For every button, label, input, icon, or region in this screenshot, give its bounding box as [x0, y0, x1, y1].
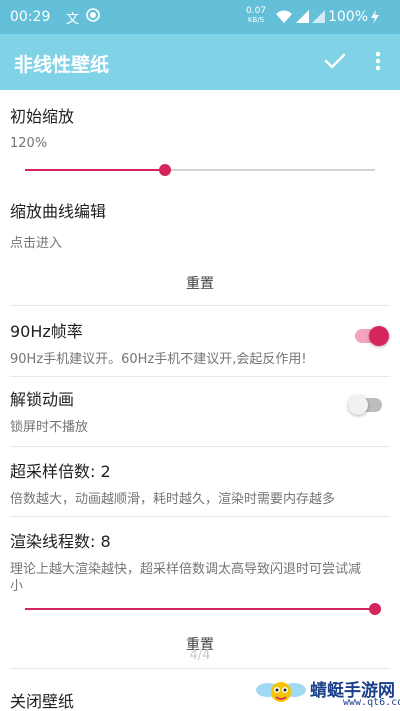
pref-summary-continued: 小: [10, 579, 24, 594]
divider: [10, 516, 390, 517]
pref-initial-zoom[interactable]: 初始缩放 120%: [0, 90, 400, 186]
pref-title: 初始缩放: [10, 107, 75, 126]
pref-value: 120%: [10, 136, 48, 151]
record-icon: [86, 8, 100, 26]
check-icon[interactable]: [322, 48, 348, 74]
wifi-icon: [276, 10, 292, 27]
divider: [10, 668, 390, 669]
speed-unit: KB/S: [247, 16, 265, 24]
translate-icon: 文: [66, 12, 80, 27]
pref-title: 关闭壁纸: [10, 692, 75, 711]
pref-render-threads[interactable]: 渲染线程数: 8 理论上越大渲染越快，超采样倍数调太高导致闪退时可尝试减 小: [0, 520, 400, 620]
settings-list: 初始缩放 120% 缩放曲线编辑 点击进入 重置 90Hz帧率 90Hz手机建议…: [0, 90, 400, 711]
signal-icon: [296, 10, 309, 27]
pref-summary: 倍数越大，动画越顺滑，耗时越久，渲染时需要内存越多: [10, 492, 336, 507]
pref-90hz[interactable]: 90Hz帧率 90Hz手机建议开。60Hz手机不建议开,会起反作用!: [0, 310, 400, 370]
divider: [10, 446, 390, 447]
pref-title: 解锁动画: [10, 390, 75, 409]
pref-summary: 点击进入: [10, 236, 63, 251]
dragonfly-logo-icon: [256, 682, 306, 702]
charging-icon: [370, 10, 380, 28]
app-bar: 非线性壁纸: [0, 34, 400, 90]
switch-thumb[interactable]: [348, 395, 368, 415]
threads-slider-thumb[interactable]: [369, 603, 381, 615]
watermark-url: www.qt6.com: [343, 697, 400, 708]
battery-level: 100%: [328, 9, 369, 25]
pref-zoom-curve[interactable]: 缩放曲线编辑 点击进入: [0, 194, 400, 254]
pref-summary: 锁屏时不播放: [10, 420, 89, 435]
network-speed: 0.07 KB/S: [246, 7, 266, 25]
status-bar: 00:29 文 0.07 KB/S 100%: [0, 0, 400, 34]
divider: [10, 305, 390, 306]
more-vert-icon[interactable]: [368, 48, 388, 74]
app-title: 非线性壁纸: [14, 54, 110, 76]
reset-button[interactable]: 重置: [0, 273, 400, 293]
pref-summary: 理论上越大渲染越快，超采样倍数调太高导致闪退时可尝试减: [10, 562, 362, 577]
watermark: 蜻蜓手游网 www.qt6.com: [248, 672, 400, 711]
pref-summary: 90Hz手机建议开。60Hz手机不建议开,会起反作用!: [10, 352, 307, 367]
pref-unlock-animation[interactable]: 解锁动画 锁屏时不播放: [0, 380, 400, 438]
zoom-slider-thumb[interactable]: [159, 164, 171, 176]
status-time: 00:29: [10, 9, 51, 25]
threads-slider-fill: [25, 608, 375, 610]
divider: [10, 376, 390, 377]
pref-title: 缩放曲线编辑: [10, 202, 107, 221]
pref-title: 90Hz帧率: [10, 322, 83, 341]
pref-supersampling[interactable]: 超采样倍数: 2 倍数越大，动画越顺滑，耗时越久，渲染时需要内存越多: [0, 450, 400, 510]
page-indicator: 4/4: [189, 648, 211, 663]
switch-thumb[interactable]: [369, 326, 389, 346]
speed-value: 0.07: [246, 6, 267, 16]
zoom-slider-fill: [25, 169, 165, 171]
pref-title: 渲染线程数: 8: [10, 532, 111, 551]
signal-icon: [312, 10, 325, 27]
pref-title: 超采样倍数: 2: [10, 462, 111, 481]
